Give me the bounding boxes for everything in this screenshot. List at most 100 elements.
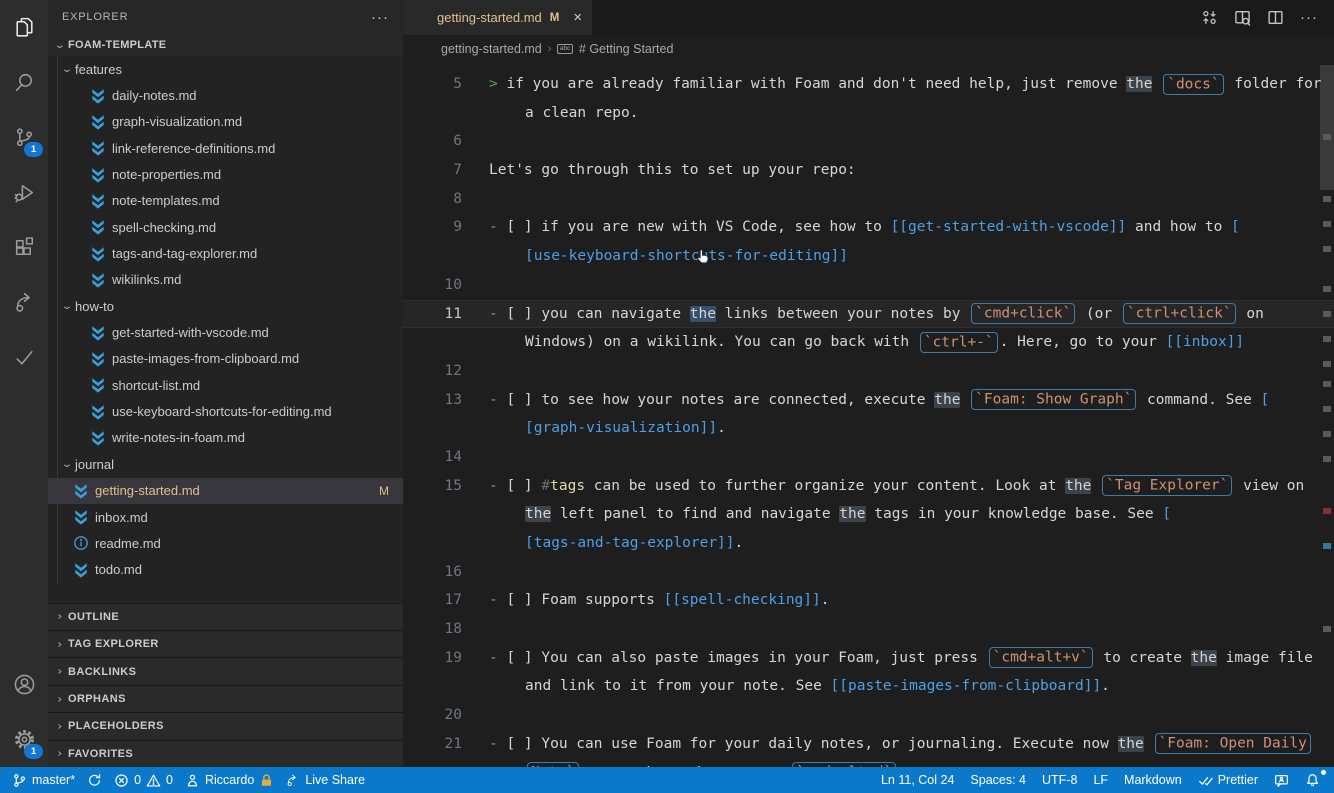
live-share-session[interactable]: Riccardo [179, 767, 279, 793]
tree-folder-journal[interactable]: ⌄journal [48, 451, 403, 477]
search-icon[interactable] [0, 55, 48, 110]
line-text: Note` command, or just press `cmd+alt+d` [525, 759, 898, 768]
eol[interactable]: LF [1085, 767, 1116, 793]
wikilink[interactable]: [ [1231, 219, 1240, 235]
code-line-13[interactable]: 13- [ ] to see how your notes are connec… [403, 386, 1334, 415]
code-line-18[interactable]: 18 [403, 615, 1334, 644]
code-line-21-wrap[interactable]: Note` command, or just press `cmd+alt+d` [403, 759, 1334, 768]
pane-backlinks[interactable]: ›BACKLINKS [48, 657, 403, 684]
tree-file-paste-images-from-clipboard.md[interactable]: paste-images-from-clipboard.md [48, 346, 403, 372]
code-line-13-wrap[interactable]: [graph-visualization]]. [403, 414, 1334, 443]
language-mode[interactable]: Markdown [1116, 767, 1190, 793]
tree-folder-how-to[interactable]: ⌄how-to [48, 293, 403, 319]
code-line-19[interactable]: 19- [ ] You can also paste images in you… [403, 644, 1334, 673]
accounts-icon[interactable] [0, 657, 48, 712]
code-line-14[interactable]: 14 [403, 443, 1334, 472]
wikilink[interactable]: [use-keyboard-shortcuts-for-editing]] [525, 248, 848, 264]
more-actions-icon[interactable]: ··· [1300, 9, 1318, 26]
breadcrumb-symbol[interactable]: # Getting Started [579, 42, 674, 56]
explorer-more-actions-icon[interactable]: ··· [371, 9, 389, 26]
code-line-5-wrap[interactable]: a clean repo. [403, 99, 1334, 128]
code-line-8[interactable]: 8 [403, 185, 1334, 214]
tab-close-icon[interactable]: × [573, 9, 582, 26]
wikilink[interactable]: [ [1261, 392, 1270, 408]
pane-tag-explorer[interactable]: ›TAG EXPLORER [48, 630, 403, 657]
tasks-icon[interactable] [0, 330, 48, 385]
git-branch[interactable]: master* [6, 767, 81, 793]
tree-file-daily-notes.md[interactable]: daily-notes.md [48, 82, 403, 108]
problems[interactable]: 00 [108, 767, 179, 793]
tree-file-note-properties.md[interactable]: note-properties.md [48, 161, 403, 187]
code-line-17[interactable]: 17- [ ] Foam supports [[spell-checking]]… [403, 586, 1334, 615]
code-editor[interactable]: 5> if you are already familiar with Foam… [403, 62, 1334, 767]
live-share[interactable]: Live Share [279, 767, 371, 793]
code-line-20[interactable]: 20 [403, 701, 1334, 730]
editor-scrollbar[interactable] [1320, 65, 1334, 190]
tree-file-get-started-with-vscode.md[interactable]: get-started-with-vscode.md [48, 319, 403, 345]
split-editor-icon[interactable] [1267, 9, 1284, 26]
badge: 1 [24, 142, 43, 157]
run-and-debug-icon[interactable] [0, 165, 48, 220]
sync[interactable] [81, 767, 108, 793]
pane-placeholders[interactable]: ›PLACEHOLDERS [48, 712, 403, 739]
notifications[interactable] [1297, 767, 1328, 793]
tree-file-spell-checking.md[interactable]: spell-checking.md [48, 214, 403, 240]
workspace-root-folder[interactable]: ⌄ FOAM-TEMPLATE [48, 34, 403, 56]
tree-file-inbox.md[interactable]: inbox.md [48, 504, 403, 530]
code-line-11[interactable]: 11- [ ] you can navigate the links betwe… [403, 300, 1334, 329]
open-preview-icon[interactable] [1234, 9, 1251, 26]
tree-file-use-keyboard-shortcuts-for-editing.md[interactable]: use-keyboard-shortcuts-for-editing.md [48, 398, 403, 424]
wikilink[interactable]: [[paste-images-from-clipboard]] [831, 678, 1102, 694]
open-changes-icon[interactable] [1201, 9, 1218, 26]
tree-file-shortcut-list.md[interactable]: shortcut-list.md [48, 372, 403, 398]
code-line-7[interactable]: 7Let's go through this to set up your re… [403, 156, 1334, 185]
indentation[interactable]: Spaces: 4 [962, 767, 1034, 793]
code-line-6[interactable]: 6 [403, 127, 1334, 156]
code-line-15-wrap[interactable]: the left panel to find and navigate the … [403, 500, 1334, 529]
tree-file-getting-started.md[interactable]: getting-started.mdM [48, 478, 403, 504]
source-control-icon[interactable]: 1 [0, 110, 48, 165]
tree-file-todo.md[interactable]: todo.md [48, 557, 403, 583]
tree-file-write-notes-in-foam.md[interactable]: write-notes-in-foam.md [48, 425, 403, 451]
tree-folder-features[interactable]: ⌄features [48, 56, 403, 82]
code-line-11-wrap[interactable]: Windows) on a wikilink. You can go back … [403, 328, 1334, 357]
tree-file-note-templates.md[interactable]: note-templates.md [48, 188, 403, 214]
pane-title: BACKLINKS [68, 666, 136, 678]
feedback[interactable] [1266, 767, 1297, 793]
code-line-16[interactable]: 16 [403, 558, 1334, 587]
tree-file-readme.md[interactable]: readme.md [48, 530, 403, 556]
code-line-15[interactable]: 15- [ ] #tags can be used to further org… [403, 472, 1334, 501]
foam-file-icon [90, 140, 106, 156]
warn-icon [146, 773, 161, 788]
pane-orphans[interactable]: ›ORPHANS [48, 685, 403, 712]
live-share-icon[interactable] [0, 275, 48, 330]
cursor-position[interactable]: Ln 11, Col 24 [873, 767, 962, 793]
pane-outline[interactable]: ›OUTLINE [48, 603, 403, 630]
wikilink[interactable]: [ [1162, 506, 1171, 522]
settings-icon[interactable]: 1 [0, 712, 48, 767]
code-line-12[interactable]: 12 [403, 357, 1334, 386]
encoding[interactable]: UTF-8 [1034, 767, 1085, 793]
code-line-10[interactable]: 10 [403, 271, 1334, 300]
tree-file-graph-visualization.md[interactable]: graph-visualization.md [48, 109, 403, 135]
wikilink[interactable]: [[spell-checking]] [664, 592, 821, 608]
tab-getting-started[interactable]: getting-started.md M × [403, 0, 592, 35]
tree-file-link-reference-definitions.md[interactable]: link-reference-definitions.md [48, 135, 403, 161]
extensions-icon[interactable] [0, 220, 48, 275]
code-line-21[interactable]: 21- [ ] You can use Foam for your daily … [403, 730, 1334, 759]
tree-file-tags-and-tag-explorer.md[interactable]: tags-and-tag-explorer.md [48, 240, 403, 266]
code-line-19-wrap[interactable]: and link to it from your note. See [[pas… [403, 672, 1334, 701]
code-line-9[interactable]: 9- [ ] if you are new with VS Code, see … [403, 213, 1334, 242]
code-line-5[interactable]: 5> if you are already familiar with Foam… [403, 70, 1334, 99]
tree-file-wikilinks.md[interactable]: wikilinks.md [48, 267, 403, 293]
prettier[interactable]: Prettier [1190, 767, 1266, 793]
wikilink[interactable]: [graph-visualization]] [525, 420, 717, 436]
code-line-9-wrap[interactable]: [use-keyboard-shortcuts-for-editing]] [403, 242, 1334, 271]
explorer-icon[interactable] [0, 0, 48, 55]
wikilink[interactable]: [tags-and-tag-explorer]] [525, 535, 735, 551]
breadcrumb-file[interactable]: getting-started.md [441, 42, 542, 56]
code-line-15-wrap[interactable]: [tags-and-tag-explorer]]. [403, 529, 1334, 558]
pane-favorites[interactable]: ›FAVORITES [48, 740, 403, 767]
wikilink[interactable]: [[get-started-with-vscode]] [891, 219, 1127, 235]
wikilink[interactable]: [[inbox]] [1166, 334, 1245, 350]
